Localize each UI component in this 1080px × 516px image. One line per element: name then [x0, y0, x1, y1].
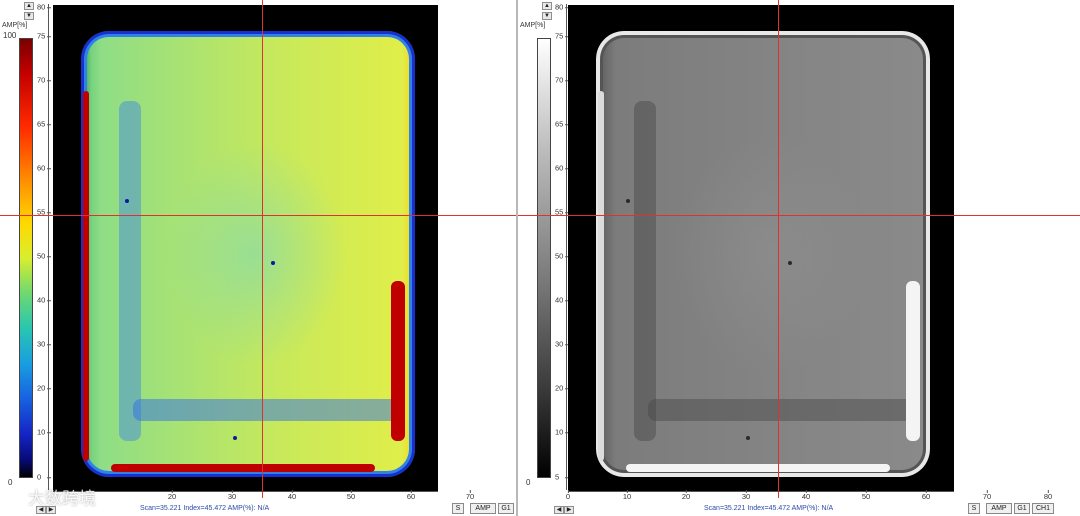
amp-mode-button[interactable]: AMP	[986, 503, 1012, 514]
horizontal-ruler-line	[53, 491, 438, 492]
vruler-tick: 60	[555, 163, 570, 173]
signal-band-vertical	[119, 101, 141, 441]
defect-indication	[746, 436, 750, 440]
high-amp-edge-bottom	[111, 464, 375, 472]
right-cscan-pane: ▲ ▼ AMP[%] 0 5 10 20 30 40 50 55 60 65 7…	[518, 0, 1080, 516]
vruler-tick: 65	[37, 119, 52, 129]
high-amp-edge-bottom	[626, 464, 890, 472]
vruler-tick: 70	[37, 75, 52, 85]
high-amp-edge-right	[391, 281, 405, 441]
high-amp-edge-right	[906, 281, 920, 441]
scroll-up-button[interactable]: ▲	[24, 2, 34, 10]
hruler-tick: 30	[227, 490, 237, 501]
scroll-down-small-button[interactable]: ▼	[542, 12, 552, 20]
snapshot-button[interactable]: S	[452, 503, 464, 514]
vruler-tick: 40	[37, 295, 52, 305]
vruler-tick: 65	[555, 119, 570, 129]
hruler-tick: 50	[861, 490, 871, 501]
gate-g1-button[interactable]: G1	[1014, 503, 1030, 514]
vruler-tick: 80	[37, 2, 52, 12]
hruler-tick: 20	[167, 490, 177, 501]
vruler-tick: 50	[555, 251, 570, 261]
signal-band-vertical	[634, 101, 656, 441]
hruler-tick: 60	[406, 490, 416, 501]
status-readout: Scan=35.221 Index=45.472 AMP(%): N/A	[140, 505, 270, 512]
vruler-tick: 20	[37, 383, 52, 393]
vruler-tick: 10	[37, 427, 52, 437]
watermark-logo-icon	[8, 491, 24, 508]
high-amp-edge-left	[598, 91, 604, 461]
amplitude-graybar	[537, 38, 551, 478]
hruler-tick: 70	[982, 490, 992, 501]
color-cscan-image[interactable]	[53, 5, 438, 491]
crosshair-vertical[interactable]	[262, 0, 263, 498]
crosshair-horizontal	[518, 215, 1080, 216]
hruler-tick: 30	[741, 490, 751, 501]
watermark-text: 大数跨境	[28, 489, 96, 508]
scanned-part-grayscale	[596, 31, 930, 477]
vruler-tick: 75	[555, 31, 570, 41]
vruler-tick: 70	[555, 75, 570, 85]
vruler-tick: 10	[555, 427, 570, 437]
hruler-tick: 60	[921, 490, 931, 501]
scroll-down-small-button[interactable]: ▼	[24, 12, 34, 20]
defect-indication	[271, 261, 275, 265]
scroll-up-button[interactable]: ▲	[542, 2, 552, 10]
hruler-tick: 50	[346, 490, 356, 501]
vruler-tick: 40	[555, 295, 570, 305]
vertical-ruler-line	[566, 4, 567, 490]
defect-indication	[125, 199, 129, 203]
watermark: 大数跨境	[8, 484, 96, 509]
grayscale-cscan-image[interactable]	[568, 5, 954, 491]
signal-band-horizontal	[648, 399, 918, 421]
defect-indication	[233, 436, 237, 440]
high-amp-edge-left	[83, 91, 89, 461]
vruler-tick: 50	[37, 251, 52, 261]
colorbar-min-label: 0	[526, 478, 531, 487]
defect-indication	[626, 199, 630, 203]
scroll-left-button[interactable]: ◀	[554, 506, 564, 514]
amp-mode-button[interactable]: AMP	[470, 503, 496, 514]
signal-band-horizontal	[133, 399, 403, 421]
crosshair-vertical[interactable]	[778, 0, 779, 498]
vruler-tick: 0	[37, 472, 52, 482]
amplitude-colorbar	[19, 38, 33, 478]
vruler-tick: 80	[555, 2, 570, 12]
vruler-tick: 60	[37, 163, 52, 173]
snapshot-button[interactable]: S	[968, 503, 980, 514]
hruler-tick: 80	[1043, 490, 1053, 501]
vruler-tick: 5	[555, 472, 570, 482]
defect-indication	[788, 261, 792, 265]
hruler-tick: 40	[287, 490, 297, 501]
colorbar-label: AMP[%]	[520, 22, 546, 29]
hruler-tick: 70	[465, 490, 475, 501]
vruler-tick: 30	[555, 339, 570, 349]
colorbar-max-label: 100	[3, 31, 17, 40]
colorbar-label: AMP[%]	[2, 22, 28, 29]
vertical-ruler-line	[48, 4, 49, 490]
scroll-right-button[interactable]: ▶	[564, 506, 574, 514]
vruler-tick: 75	[37, 31, 52, 41]
status-readout: Scan=35.221 Index=45.472 AMP(%): N/A	[704, 505, 834, 512]
gate-g1-button[interactable]: G1	[498, 503, 514, 514]
left-cscan-pane: ▲ ▼ AMP[%] 100 0 0 10 20 30 40 50 55 60 …	[0, 0, 516, 516]
hruler-tick: 10	[622, 490, 632, 501]
channel-ch1-button[interactable]: CH1	[1032, 503, 1054, 514]
vruler-tick: 30	[37, 339, 52, 349]
vruler-tick: 20	[555, 383, 570, 393]
hruler-tick: 0	[565, 490, 571, 501]
hruler-tick: 40	[801, 490, 811, 501]
hruler-tick: 20	[681, 490, 691, 501]
scanned-part-color	[81, 31, 415, 477]
crosshair-horizontal	[0, 215, 516, 216]
